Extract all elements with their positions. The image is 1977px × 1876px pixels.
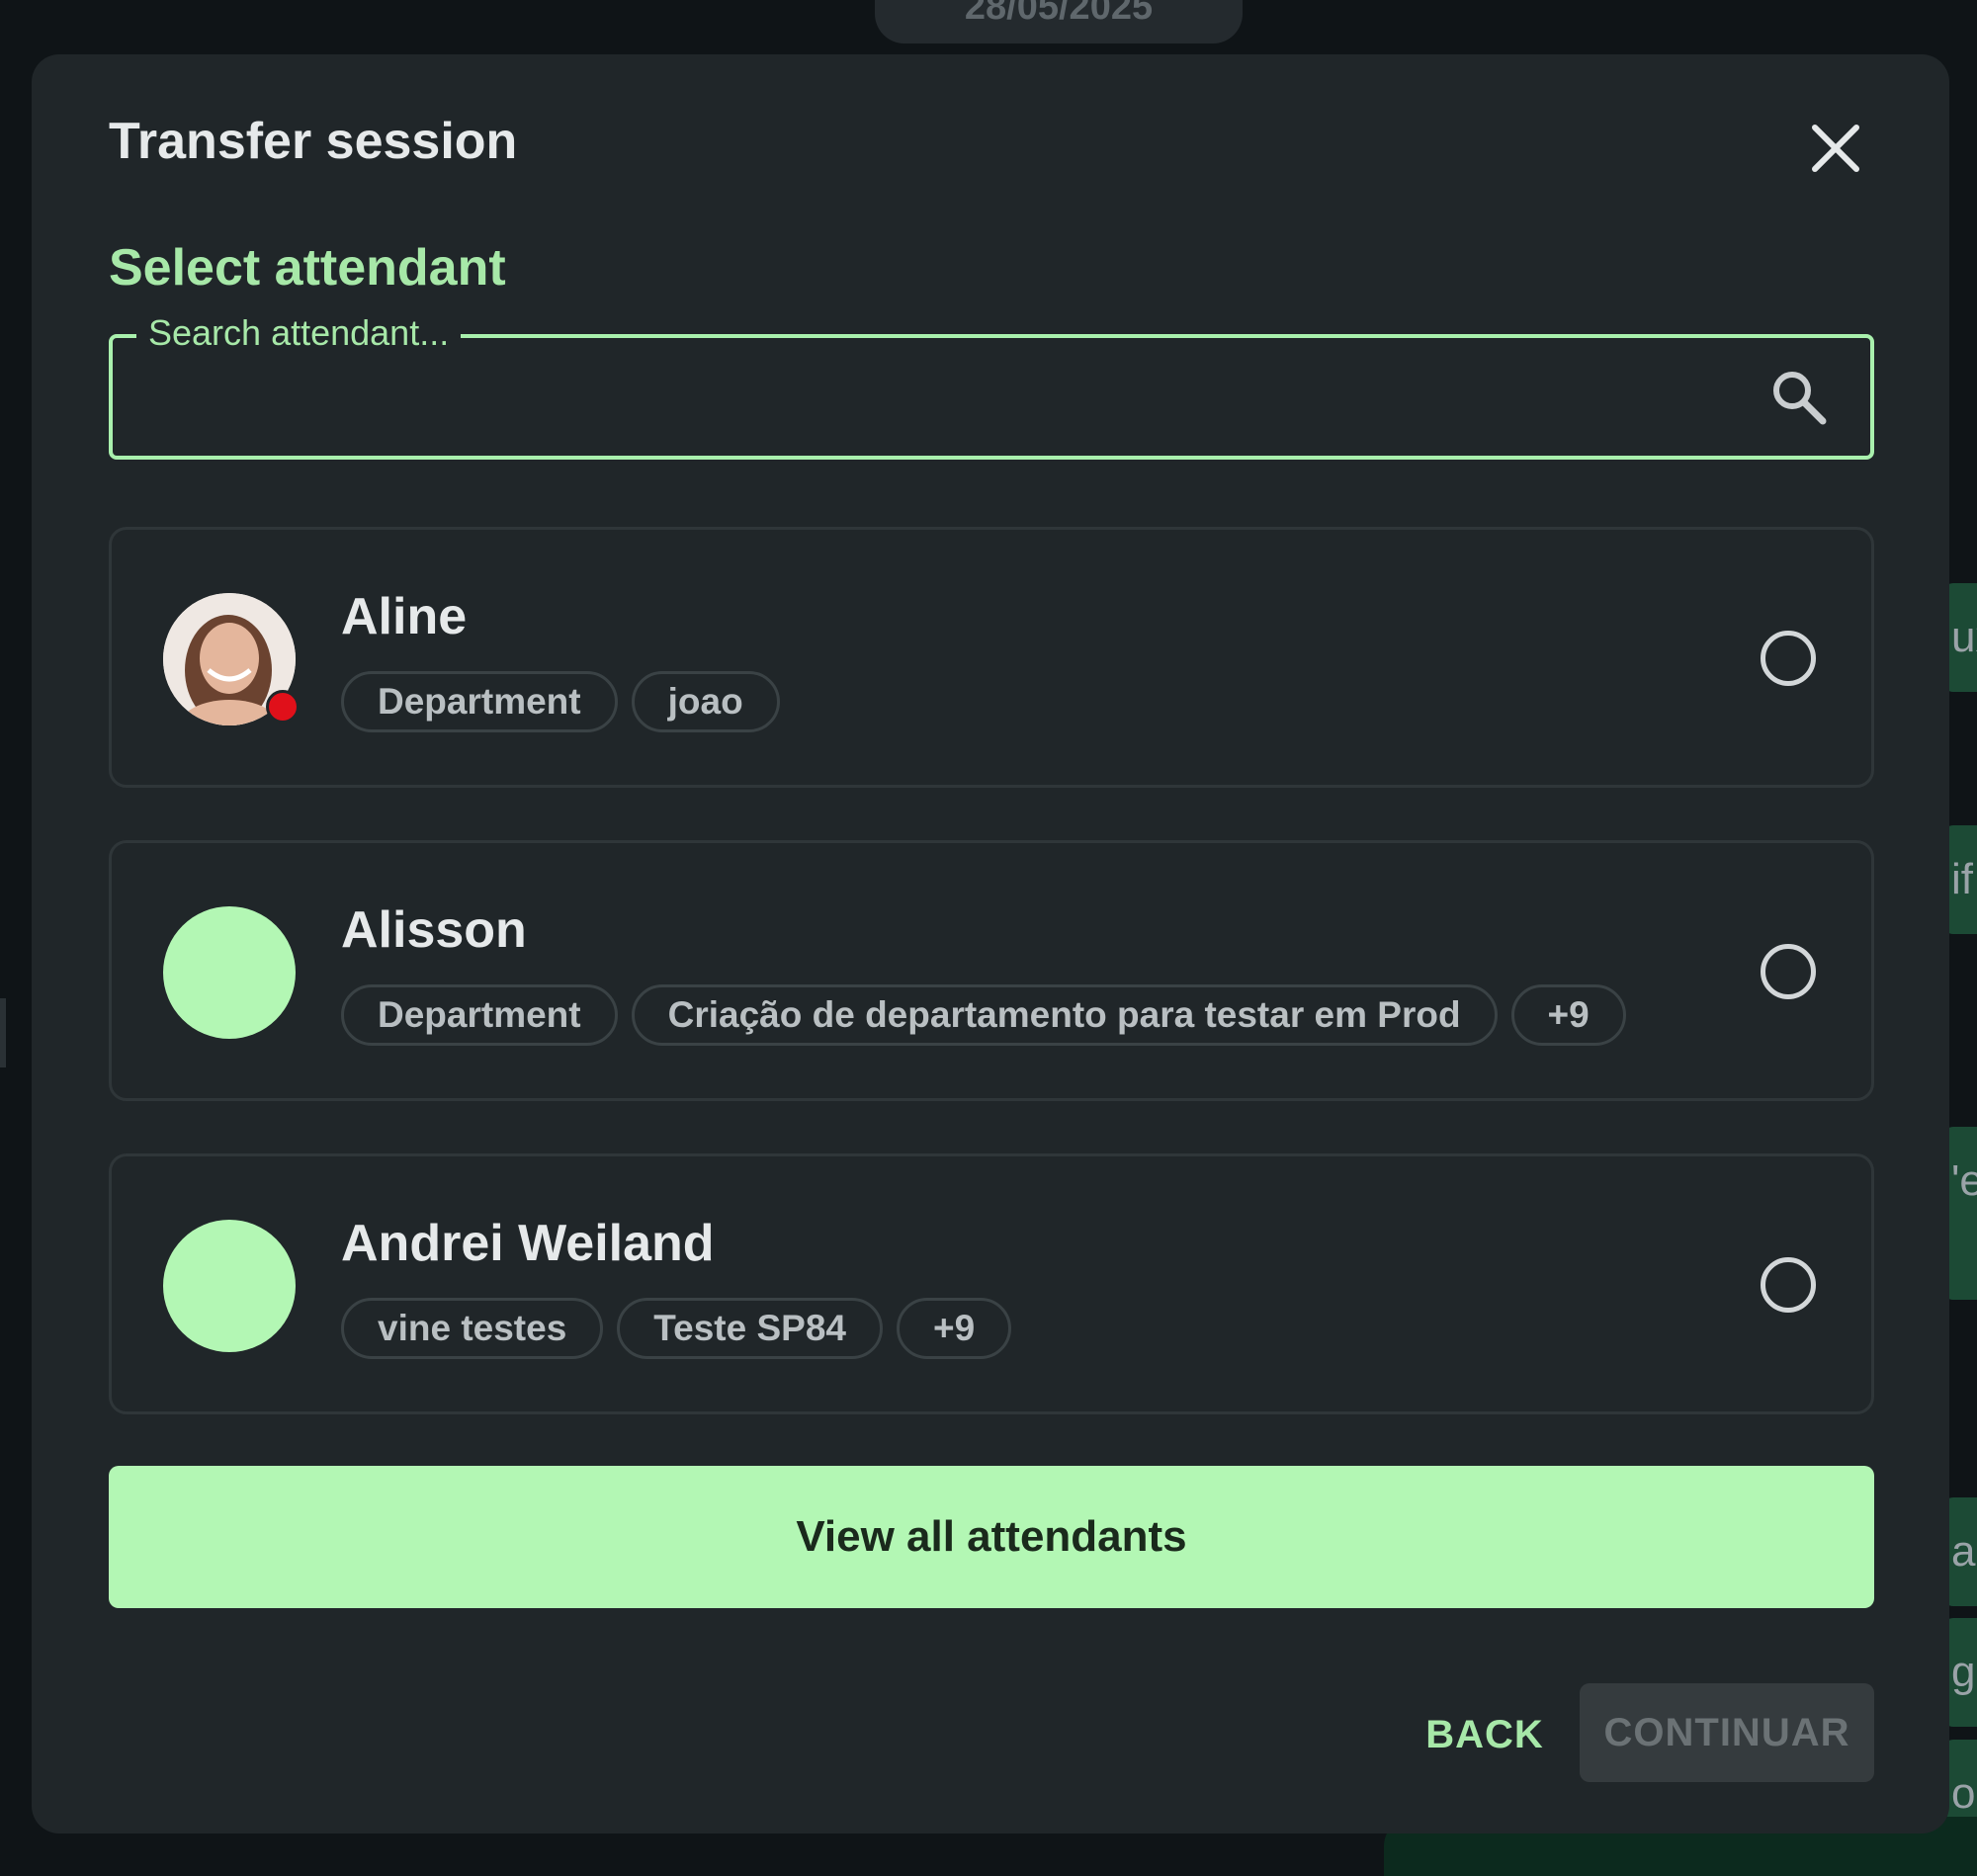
view-all-attendants-button[interactable]: View all attendants (109, 1466, 1874, 1608)
avatar (163, 593, 300, 751)
close-button[interactable] (1801, 114, 1870, 183)
department-tag: Department (341, 984, 618, 1046)
select-radio[interactable] (1761, 1257, 1816, 1313)
avatar (163, 1220, 296, 1352)
select-radio[interactable] (1761, 631, 1816, 686)
section-title: Select attendant (109, 239, 506, 297)
back-button[interactable]: BACK (1376, 1685, 1593, 1784)
attendant-name: Andrei Weiland (341, 1215, 715, 1272)
department-tag: Criação de departamento para testar em P… (631, 984, 1498, 1046)
attendant-name: Alisson (341, 901, 527, 959)
department-tags: Department joao (341, 671, 780, 732)
more-tags-badge[interactable]: +9 (896, 1298, 1012, 1359)
attendant-card-alisson[interactable]: Alisson Department Criação de departamen… (109, 840, 1874, 1101)
department-tag: joao (631, 671, 780, 732)
attendant-name: Aline (341, 588, 468, 645)
department-tags: Department Criação de departamento para … (341, 984, 1626, 1046)
attendant-card-andrei-weiland[interactable]: Andrei Weiland vine testes Teste SP84 +9 (109, 1153, 1874, 1414)
search-field[interactable]: Search attendant... (109, 312, 1874, 460)
select-radio[interactable] (1761, 944, 1816, 999)
department-tag: Teste SP84 (617, 1298, 883, 1359)
dialog-title: Transfer session (109, 113, 518, 170)
presence-status-dot (266, 690, 300, 724)
transfer-session-dialog: Transfer session Select attendant Search… (32, 54, 1949, 1833)
department-tags: vine testes Teste SP84 +9 (341, 1298, 1012, 1359)
search-label: Search attendant... (136, 312, 462, 354)
search-icon[interactable] (1767, 366, 1831, 429)
background-sidebar-edge (0, 998, 6, 1067)
department-tag: Department (341, 671, 618, 732)
search-input[interactable] (132, 358, 1714, 437)
background-date-pill: 28/05/2025 (875, 0, 1243, 43)
more-tags-badge[interactable]: +9 (1510, 984, 1626, 1046)
avatar (163, 906, 296, 1039)
close-icon (1812, 125, 1859, 172)
department-tag: vine testes (341, 1298, 604, 1359)
attendant-card-aline[interactable]: Aline Department joao (109, 527, 1874, 788)
continue-button[interactable]: CONTINUAR (1580, 1683, 1874, 1782)
